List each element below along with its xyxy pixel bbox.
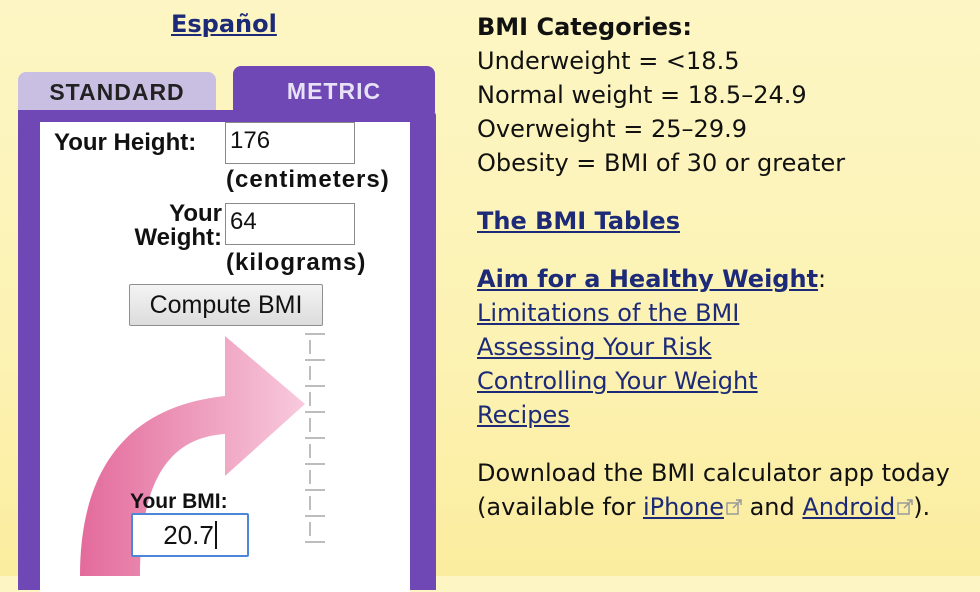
category-obesity: Obesity = BMI of 30 or greater (477, 149, 846, 177)
compute-bmi-button[interactable]: Compute BMI (129, 284, 323, 326)
tab-metric[interactable]: METRIC (233, 66, 435, 112)
assessing-risk-link[interactable]: Assessing Your Risk (477, 333, 712, 361)
bmi-result-value: 20.7 (163, 520, 214, 550)
category-underweight: Underweight = <18.5 (477, 47, 740, 75)
height-input[interactable]: 176 (225, 122, 355, 164)
bmi-result-field[interactable]: 20.7 (131, 513, 249, 557)
height-unit: (centimeters) (226, 166, 390, 193)
info-column: BMI Categories: Underweight = <18.5 Norm… (477, 10, 980, 524)
weight-unit: (kilograms) (226, 249, 367, 276)
weight-label-line2: Weight: (134, 224, 222, 251)
height-label: Your Height: (54, 129, 197, 156)
external-link-icon (726, 499, 742, 515)
text-caret (214, 521, 217, 549)
android-link[interactable]: Android (802, 493, 895, 521)
download-prefix: (available for (477, 493, 643, 521)
download-suffix: ). (913, 493, 931, 521)
healthy-weight-colon: : (818, 265, 827, 293)
weight-label: Your Weight: (118, 202, 222, 250)
recipes-link[interactable]: Recipes (477, 401, 570, 429)
iphone-link[interactable]: iPhone (643, 493, 724, 521)
controlling-weight-link[interactable]: Controlling Your Weight (477, 367, 758, 395)
bmi-tables-link[interactable]: The BMI Tables (477, 207, 680, 235)
weight-label-line1: Your (169, 200, 222, 227)
bmi-result-label: Your BMI: (130, 490, 228, 513)
download-line2: (available for iPhone and Android). (477, 490, 980, 524)
espanol-link[interactable]: Español (171, 10, 277, 38)
tab-standard[interactable]: STANDARD (18, 72, 216, 112)
healthy-weight-link[interactable]: Aim for a Healthy Weight (477, 265, 818, 293)
weight-input[interactable]: 64 (225, 203, 355, 245)
limitations-link[interactable]: Limitations of the BMI (477, 299, 739, 327)
download-line1: Download the BMI calculator app today (477, 459, 950, 487)
external-link-icon (897, 499, 913, 515)
bmi-categories-heading: BMI Categories: (477, 13, 692, 41)
category-normal: Normal weight = 18.5–24.9 (477, 81, 807, 109)
category-overweight: Overweight = 25–29.9 (477, 115, 747, 143)
download-and: and (741, 493, 803, 521)
